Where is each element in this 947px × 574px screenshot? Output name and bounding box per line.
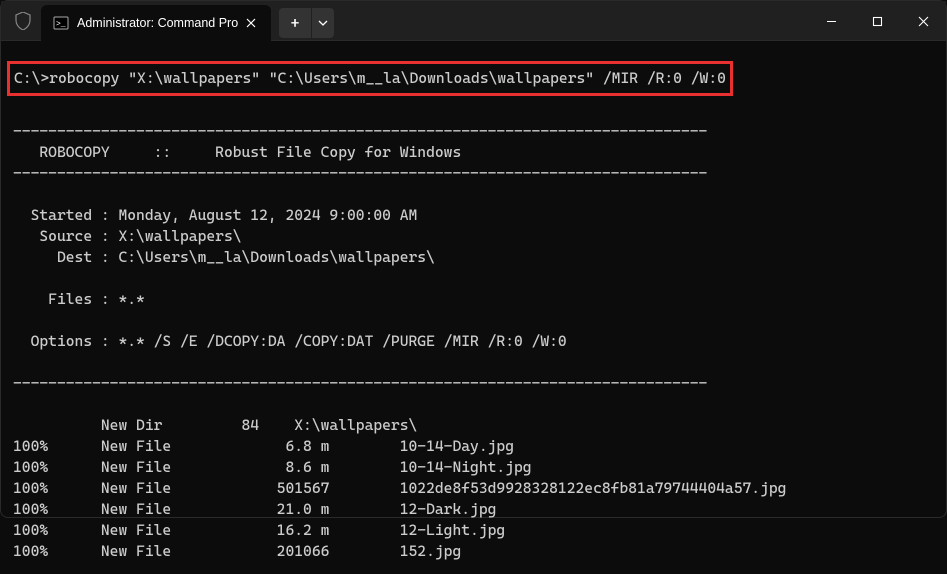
new-tab-button[interactable]: + [279, 8, 311, 38]
shield-icon [11, 9, 35, 33]
divider: ----------------------------------------… [13, 122, 707, 140]
divider: ----------------------------------------… [13, 374, 707, 392]
titlebar-left: >_ Administrator: Command Pro + [1, 1, 334, 40]
tab-title: Administrator: Command Pro [77, 16, 241, 30]
svg-text:>_: >_ [56, 20, 66, 29]
info-options: Options : *.* /S /E /DCOPY:DA /COPY:DAT … [13, 332, 567, 350]
window-controls [808, 1, 946, 40]
tab-active[interactable]: >_ Administrator: Command Pro [41, 5, 271, 41]
command-line: C:\>robocopy "X:\wallpapers" "C:\Users\m… [14, 69, 726, 87]
minimize-button[interactable] [808, 1, 854, 41]
new-dir-line: New Dir 84 X:\wallpapers\ [13, 416, 417, 434]
tab-controls: + [279, 8, 334, 38]
cmd-icon: >_ [53, 15, 69, 31]
close-window-button[interactable] [900, 1, 946, 41]
command-highlight: C:\>robocopy "X:\wallpapers" "C:\Users\m… [7, 61, 733, 96]
maximize-button[interactable] [854, 1, 900, 41]
tab-close-button[interactable] [241, 13, 261, 33]
divider: ----------------------------------------… [13, 164, 707, 182]
info-source: Source : X:\wallpapers\ [13, 227, 242, 245]
robocopy-header: ROBOCOPY :: Robust File Copy for Windows [13, 143, 461, 161]
info-started: Started : Monday, August 12, 2024 9:00:0… [13, 206, 417, 224]
file-list: 100% New File 6.8 m 10-14-Day.jpg 100% N… [13, 437, 786, 560]
info-files: Files : *.* [13, 290, 145, 308]
terminal-output[interactable]: C:\>robocopy "X:\wallpapers" "C:\Users\m… [1, 41, 946, 574]
info-dest: Dest : C:\Users\m__la\Downloads\wallpape… [13, 248, 435, 266]
tab-dropdown-button[interactable] [312, 8, 334, 38]
titlebar: >_ Administrator: Command Pro + [1, 1, 946, 41]
